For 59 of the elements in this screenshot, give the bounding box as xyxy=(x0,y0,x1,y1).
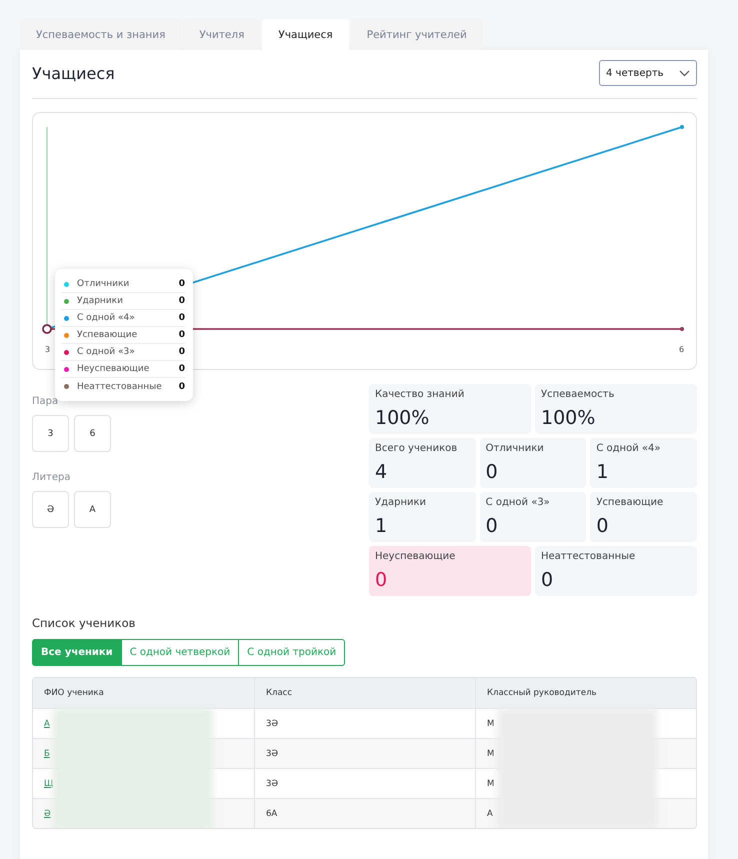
stat-value: 100% xyxy=(375,407,430,429)
tooltip-label: С одной «3» xyxy=(77,347,136,357)
stat-value: 0 xyxy=(596,515,610,537)
stat-value: 1 xyxy=(596,461,610,483)
filter-option[interactable]: А xyxy=(74,491,111,528)
filter-option[interactable]: 6 xyxy=(74,415,111,452)
stat-label: Успеваемость xyxy=(541,389,616,400)
tooltip-label: Ударники xyxy=(77,296,124,306)
filter-tab[interactable]: Все ученики xyxy=(32,639,122,666)
stat-value: 0 xyxy=(541,569,554,591)
tooltip-label: Отличники xyxy=(77,279,130,289)
stat-label: Отличники xyxy=(486,443,545,454)
tooltip-value: 0 xyxy=(178,364,185,374)
tab[interactable]: Учителя xyxy=(183,19,260,50)
tooltip-value: 0 xyxy=(178,347,185,357)
tab[interactable]: Успеваемость и знания xyxy=(20,19,182,50)
tooltip-label: Неуспевающие xyxy=(77,364,150,374)
stat-label: Всего учеников xyxy=(375,443,458,454)
tab[interactable]: Рейтинг учителей xyxy=(350,19,483,50)
column-header: ФИО ученика xyxy=(43,687,105,700)
page-title: Учащиеся xyxy=(32,64,115,82)
stat-label: Ударники xyxy=(375,497,428,508)
filter-label: Литера xyxy=(32,472,72,483)
stat-label: Неуспевающие xyxy=(375,551,456,562)
tooltip-label: Успевающие xyxy=(77,330,138,340)
stat-value: 0 xyxy=(375,569,388,591)
student-link[interactable]: Ә xyxy=(44,808,51,818)
tooltip-value: 0 xyxy=(178,279,185,289)
period-select[interactable]: 4 четверть xyxy=(599,60,697,86)
stat-value: 100% xyxy=(541,407,596,429)
stat-value: 1 xyxy=(375,515,388,537)
stat-value: 0 xyxy=(486,515,499,537)
student-link[interactable]: А xyxy=(44,718,50,728)
axis-label: 3 xyxy=(45,345,50,354)
student-link[interactable]: Б xyxy=(44,748,50,758)
filter-tab[interactable]: С одной четверкой xyxy=(120,639,240,666)
axis-label: 6 xyxy=(679,345,684,354)
stat-label: Качество знаний xyxy=(375,389,466,400)
filter-label: Пара xyxy=(32,396,60,407)
stat-label: С одной «3» xyxy=(486,497,551,508)
tooltip-value: 0 xyxy=(178,296,185,306)
tooltip-value: 0 xyxy=(178,313,185,323)
stat-label: С одной «4» xyxy=(596,443,662,454)
tooltip-value: 0 xyxy=(178,382,185,392)
section-title: Список учеников xyxy=(32,616,136,630)
tooltip-label: С одной «4» xyxy=(77,313,136,323)
filter-option[interactable]: 3 xyxy=(32,415,69,452)
table-cell: 6А xyxy=(254,799,475,828)
tab[interactable]: Учащиеся xyxy=(262,19,349,50)
stat-label: Неаттестованные xyxy=(541,551,636,562)
tooltip-label: Неаттестованные xyxy=(77,382,163,392)
chevron-down-icon xyxy=(679,70,690,76)
filter-tab[interactable]: С одной тройкой xyxy=(238,639,346,666)
filter-option[interactable]: Ә xyxy=(32,491,69,528)
student-link[interactable]: Щ xyxy=(44,778,54,788)
stat-value: 4 xyxy=(375,461,388,483)
stat-label: Успевающие xyxy=(596,497,664,508)
tooltip-value: 0 xyxy=(178,330,185,340)
stat-value: 0 xyxy=(486,461,499,483)
